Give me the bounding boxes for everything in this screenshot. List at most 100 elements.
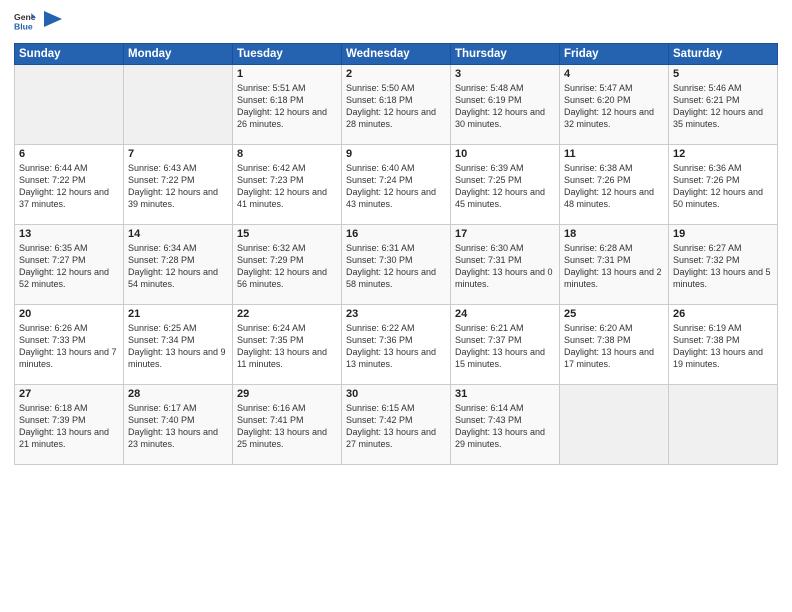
logo: General Blue [14,10,62,37]
calendar-cell: 2 Sunrise: 5:50 AM Sunset: 6:18 PM Daylig… [342,65,451,145]
cell-day-number: 14 [128,228,228,240]
calendar-week-row: 1Sunrise: 5:51 AM Sunset: 6:18 PM Daylig… [15,65,778,145]
calendar-cell [560,385,669,465]
calendar-cell: 26 Sunrise: 6:19 AM Sunset: 7:38 PM Dayli… [669,305,778,385]
calendar-cell: 17 Sunrise: 6:30 AM Sunset: 7:31 PM Dayli… [451,225,560,305]
calendar-cell: 3Sunrise: 5:48 AM Sunset: 6:19 PM Daylig… [451,65,560,145]
calendar-cell: 9Sunrise: 6:40 AM Sunset: 7:24 PM Daylig… [342,145,451,225]
cell-info-text: Sunrise: 6:35 AM Sunset: 7:27 PM Dayligh… [19,242,119,291]
calendar-cell: 1Sunrise: 5:51 AM Sunset: 6:18 PM Daylig… [233,65,342,145]
calendar-cell: 27 Sunrise: 6:18 AM Sunset: 7:39 PM Dayli… [15,385,124,465]
cell-day-number: 9 [346,148,446,160]
calendar-cell: 5Sunrise: 5:46 AM Sunset: 6:21 PM Daylig… [669,65,778,145]
calendar-cell: 4Sunrise: 5:47 AM Sunset: 6:20 PM Daylig… [560,65,669,145]
calendar-cell: 7 Sunrise: 6:43 AM Sunset: 7:22 PM Daylig… [124,145,233,225]
col-header-friday: Friday [560,44,669,65]
svg-text:Blue: Blue [14,22,33,32]
cell-info-text: Sunrise: 6:36 AM Sunset: 7:26 PM Dayligh… [673,162,773,211]
col-header-monday: Monday [124,44,233,65]
calendar-table: SundayMondayTuesdayWednesdayThursdayFrid… [14,43,778,465]
calendar-cell: 28Sunrise: 6:17 AM Sunset: 7:40 PM Dayli… [124,385,233,465]
cell-day-number: 27 [19,388,119,400]
calendar-header-row: SundayMondayTuesdayWednesdayThursdayFrid… [15,44,778,65]
cell-day-number: 24 [455,308,555,320]
cell-info-text: Sunrise: 5:51 AM Sunset: 6:18 PM Dayligh… [237,82,337,131]
calendar-cell [124,65,233,145]
cell-day-number: 2 [346,68,446,80]
calendar-cell: 10 Sunrise: 6:39 AM Sunset: 7:25 PM Dayli… [451,145,560,225]
calendar-cell: 29Sunrise: 6:16 AM Sunset: 7:41 PM Dayli… [233,385,342,465]
calendar-cell: 16 Sunrise: 6:31 AM Sunset: 7:30 PM Dayli… [342,225,451,305]
calendar-cell: 22 Sunrise: 6:24 AM Sunset: 7:35 PM Dayli… [233,305,342,385]
cell-info-text: Sunrise: 6:19 AM Sunset: 7:38 PM Dayligh… [673,322,773,371]
cell-info-text: Sunrise: 6:25 AM Sunset: 7:34 PM Dayligh… [128,322,228,371]
cell-info-text: Sunrise: 6:34 AM Sunset: 7:28 PM Dayligh… [128,242,228,291]
calendar-week-row: 13 Sunrise: 6:35 AM Sunset: 7:27 PM Dayli… [15,225,778,305]
cell-day-number: 13 [19,228,119,240]
calendar-cell: 11 Sunrise: 6:38 AM Sunset: 7:26 PM Dayli… [560,145,669,225]
cell-day-number: 23 [346,308,446,320]
cell-info-text: Sunrise: 6:44 AM Sunset: 7:22 PM Dayligh… [19,162,119,211]
cell-day-number: 10 [455,148,555,160]
calendar-cell: 23 Sunrise: 6:22 AM Sunset: 7:36 PM Dayli… [342,305,451,385]
cell-day-number: 26 [673,308,773,320]
cell-day-number: 6 [19,148,119,160]
cell-info-text: Sunrise: 6:30 AM Sunset: 7:31 PM Dayligh… [455,242,555,291]
cell-info-text: Sunrise: 6:38 AM Sunset: 7:26 PM Dayligh… [564,162,664,211]
cell-day-number: 15 [237,228,337,240]
cell-day-number: 18 [564,228,664,240]
calendar-cell: 31 Sunrise: 6:14 AM Sunset: 7:43 PM Dayli… [451,385,560,465]
calendar-cell: 8 Sunrise: 6:42 AM Sunset: 7:23 PM Daylig… [233,145,342,225]
col-header-sunday: Sunday [15,44,124,65]
calendar-cell [669,385,778,465]
cell-info-text: Sunrise: 5:50 AM Sunset: 6:18 PM Dayligh… [346,82,446,131]
cell-day-number: 8 [237,148,337,160]
cell-info-text: Sunrise: 6:32 AM Sunset: 7:29 PM Dayligh… [237,242,337,291]
col-header-wednesday: Wednesday [342,44,451,65]
cell-day-number: 4 [564,68,664,80]
col-header-saturday: Saturday [669,44,778,65]
calendar-cell: 25Sunrise: 6:20 AM Sunset: 7:38 PM Dayli… [560,305,669,385]
cell-info-text: Sunrise: 6:28 AM Sunset: 7:31 PM Dayligh… [564,242,664,291]
calendar-cell: 15 Sunrise: 6:32 AM Sunset: 7:29 PM Dayli… [233,225,342,305]
cell-day-number: 17 [455,228,555,240]
cell-info-text: Sunrise: 6:31 AM Sunset: 7:30 PM Dayligh… [346,242,446,291]
cell-day-number: 16 [346,228,446,240]
calendar-week-row: 20Sunrise: 6:26 AM Sunset: 7:33 PM Dayli… [15,305,778,385]
cell-info-text: Sunrise: 6:24 AM Sunset: 7:35 PM Dayligh… [237,322,337,371]
cell-info-text: Sunrise: 6:27 AM Sunset: 7:32 PM Dayligh… [673,242,773,291]
calendar-cell: 18 Sunrise: 6:28 AM Sunset: 7:31 PM Dayli… [560,225,669,305]
col-header-thursday: Thursday [451,44,560,65]
cell-info-text: Sunrise: 6:39 AM Sunset: 7:25 PM Dayligh… [455,162,555,211]
calendar-cell: 13 Sunrise: 6:35 AM Sunset: 7:27 PM Dayli… [15,225,124,305]
cell-day-number: 11 [564,148,664,160]
cell-day-number: 29 [237,388,337,400]
cell-info-text: Sunrise: 6:43 AM Sunset: 7:22 PM Dayligh… [128,162,228,211]
cell-info-text: Sunrise: 6:22 AM Sunset: 7:36 PM Dayligh… [346,322,446,371]
cell-info-text: Sunrise: 6:21 AM Sunset: 7:37 PM Dayligh… [455,322,555,371]
calendar-cell: 20Sunrise: 6:26 AM Sunset: 7:33 PM Dayli… [15,305,124,385]
cell-info-text: Sunrise: 6:14 AM Sunset: 7:43 PM Dayligh… [455,402,555,451]
header: General Blue [14,10,778,37]
logo-icon: General Blue [14,10,36,32]
col-header-tuesday: Tuesday [233,44,342,65]
calendar-cell: 12Sunrise: 6:36 AM Sunset: 7:26 PM Dayli… [669,145,778,225]
cell-info-text: Sunrise: 6:17 AM Sunset: 7:40 PM Dayligh… [128,402,228,451]
cell-day-number: 7 [128,148,228,160]
calendar-cell: 14 Sunrise: 6:34 AM Sunset: 7:28 PM Dayli… [124,225,233,305]
cell-day-number: 19 [673,228,773,240]
cell-day-number: 20 [19,308,119,320]
cell-info-text: Sunrise: 6:20 AM Sunset: 7:38 PM Dayligh… [564,322,664,371]
calendar-cell: 30Sunrise: 6:15 AM Sunset: 7:42 PM Dayli… [342,385,451,465]
cell-day-number: 3 [455,68,555,80]
calendar-cell: 19 Sunrise: 6:27 AM Sunset: 7:32 PM Dayli… [669,225,778,305]
cell-day-number: 31 [455,388,555,400]
cell-info-text: Sunrise: 6:18 AM Sunset: 7:39 PM Dayligh… [19,402,119,451]
cell-day-number: 22 [237,308,337,320]
calendar-cell: 24 Sunrise: 6:21 AM Sunset: 7:37 PM Dayli… [451,305,560,385]
calendar-week-row: 27 Sunrise: 6:18 AM Sunset: 7:39 PM Dayli… [15,385,778,465]
cell-info-text: Sunrise: 6:42 AM Sunset: 7:23 PM Dayligh… [237,162,337,211]
cell-info-text: Sunrise: 6:15 AM Sunset: 7:42 PM Dayligh… [346,402,446,451]
logo-flag-icon [44,11,62,31]
calendar-cell: 21Sunrise: 6:25 AM Sunset: 7:34 PM Dayli… [124,305,233,385]
